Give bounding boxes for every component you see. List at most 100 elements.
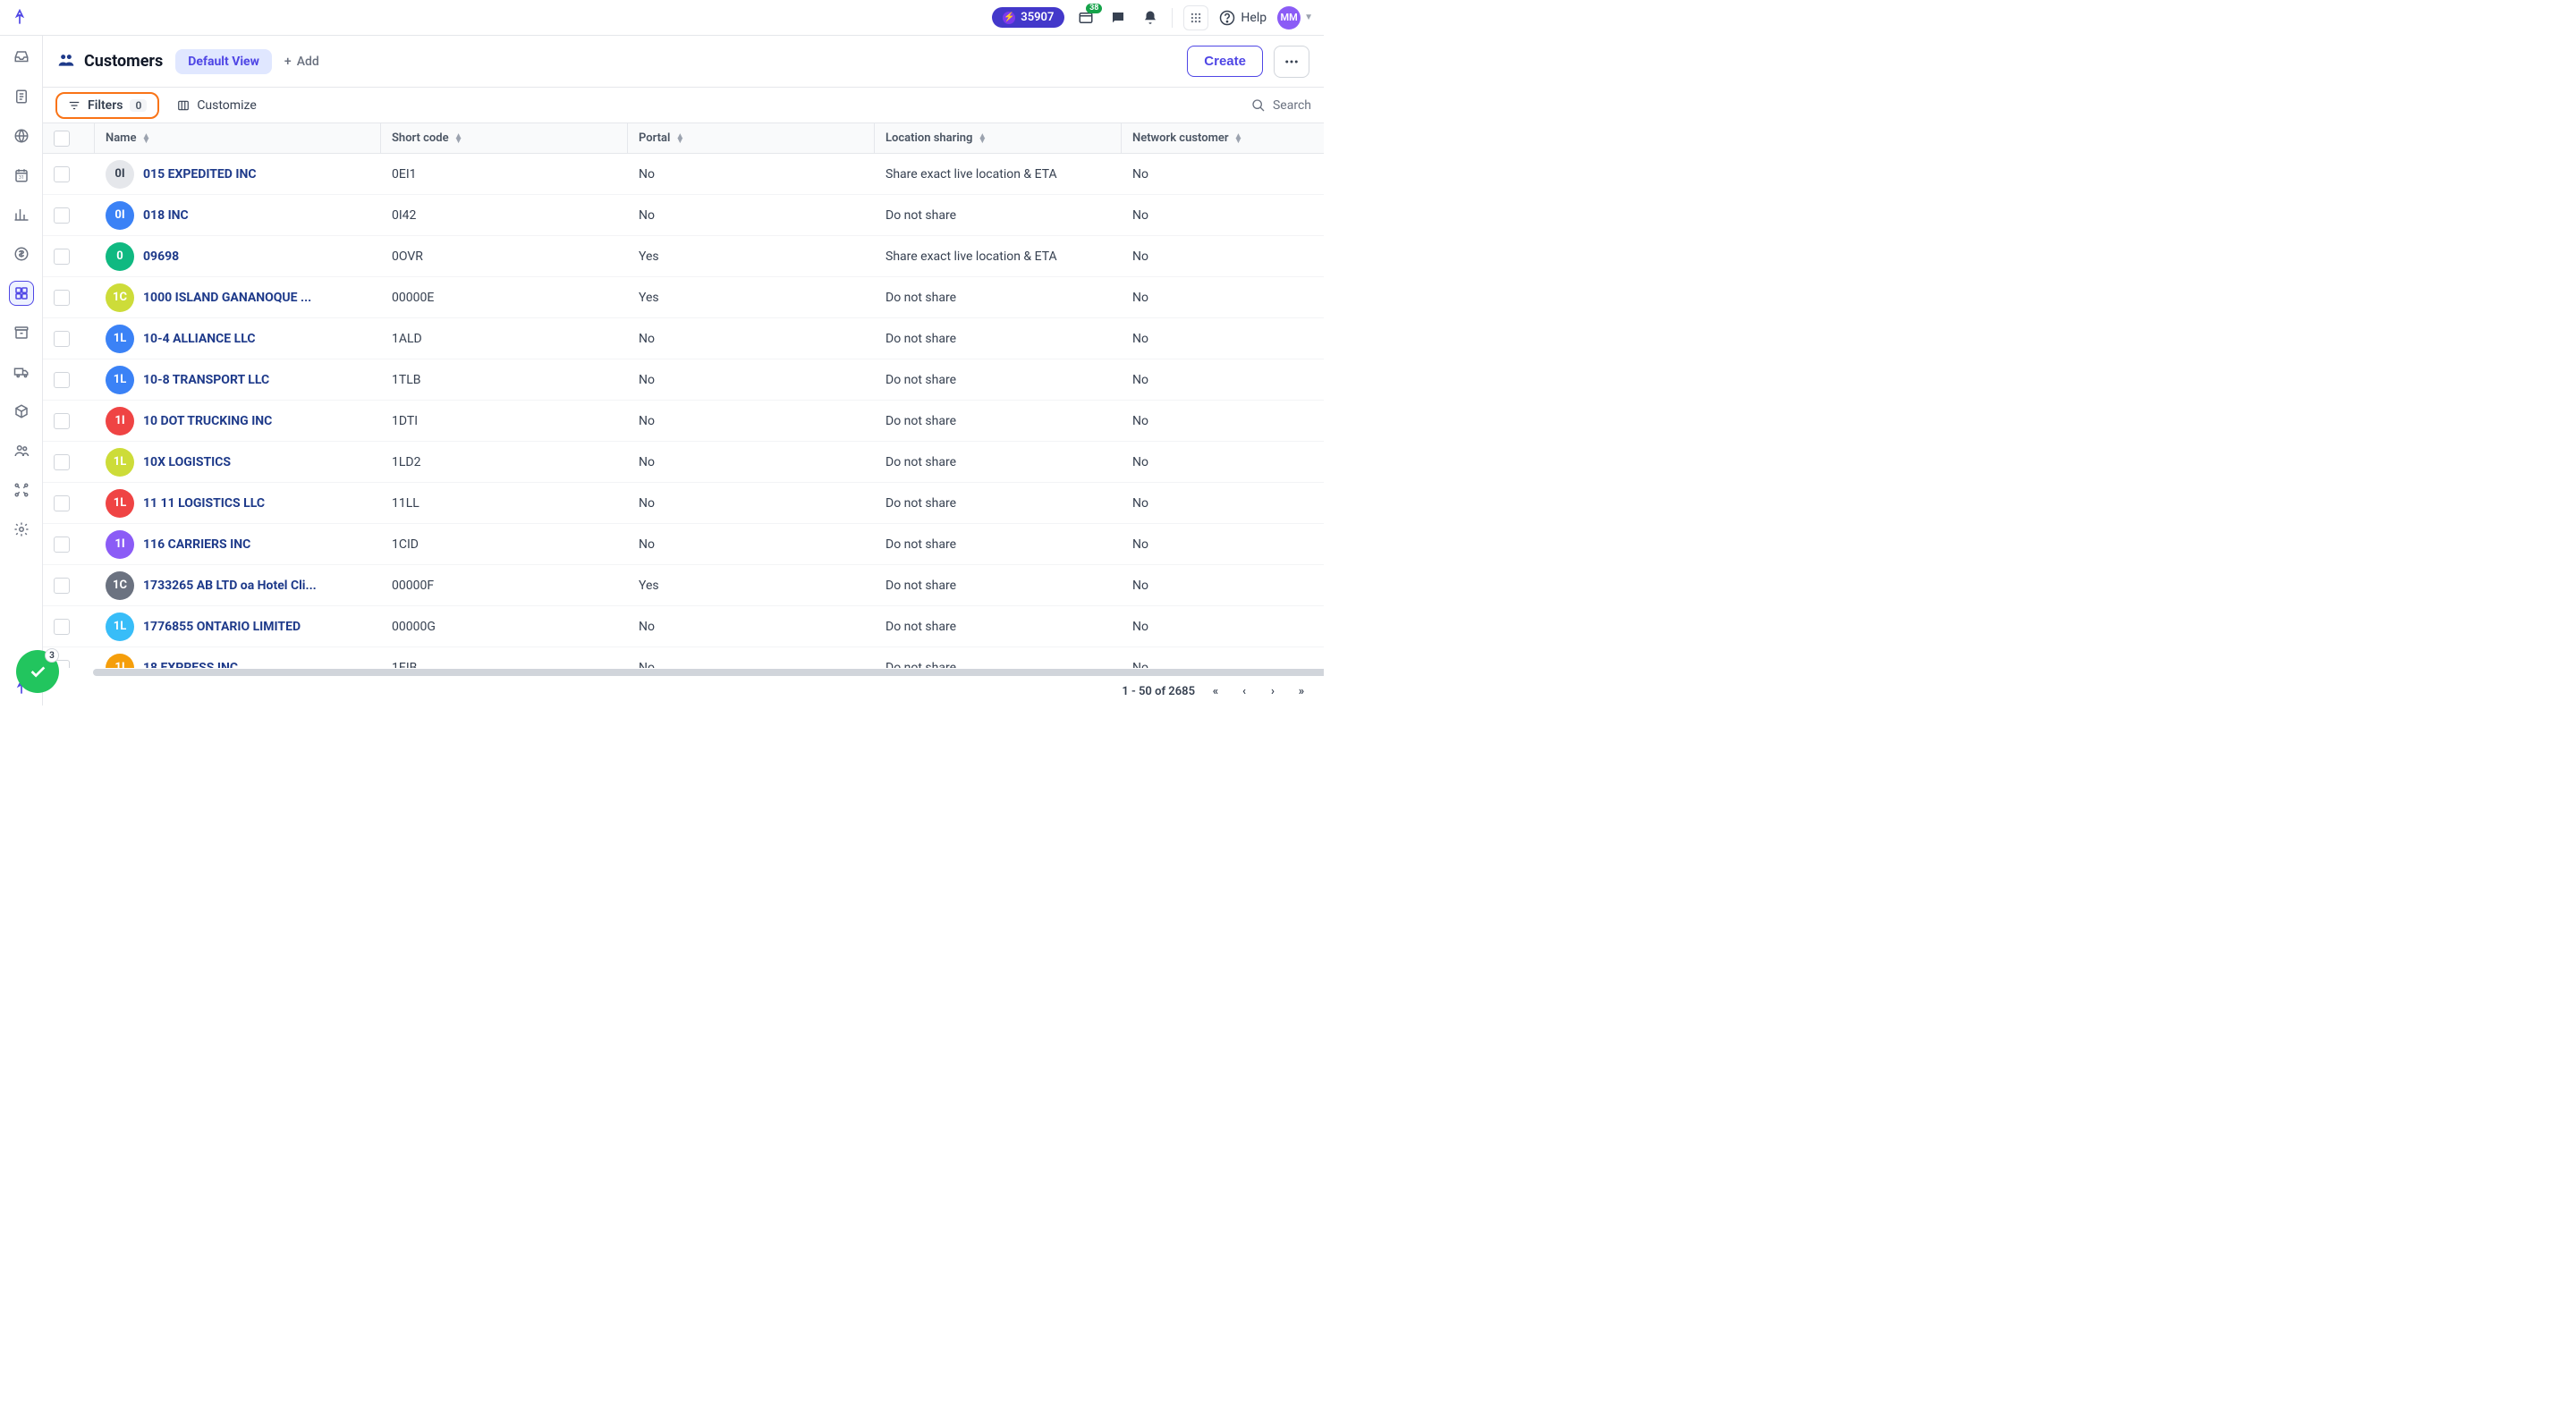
select-all-checkbox[interactable] — [54, 131, 70, 147]
column-name[interactable]: Name▲▼ — [95, 123, 381, 153]
row-network-customer: No — [1122, 154, 1324, 194]
row-checkbox[interactable] — [54, 331, 70, 347]
row-checkbox[interactable] — [54, 372, 70, 388]
row-checkbox[interactable] — [54, 207, 70, 224]
search-label: Search — [1273, 98, 1311, 113]
row-checkbox[interactable] — [54, 619, 70, 635]
row-short-code: 1EIB — [381, 647, 628, 668]
search-button[interactable]: Search — [1251, 98, 1311, 113]
table-row: 1L10-8 TRANSPORT LLC1TLBNoDo not shareNo — [43, 359, 1324, 401]
row-checkbox[interactable] — [54, 537, 70, 553]
row-avatar: 1L — [106, 366, 134, 394]
page-first-button[interactable]: « — [1208, 685, 1224, 698]
sidebar-analytics-icon[interactable] — [9, 202, 34, 227]
customize-label: Customize — [197, 98, 256, 113]
row-name-cell: 1L10-4 ALLIANCE LLC — [95, 318, 381, 359]
row-name-link[interactable]: 09698 — [143, 249, 179, 264]
table: Name▲▼ Short code▲▼ Portal▲▼ Location sh… — [43, 123, 1324, 706]
add-view-button[interactable]: + Add — [284, 55, 319, 69]
row-name-link[interactable]: 11 11 LOGISTICS LLC — [143, 496, 265, 511]
row-checkbox-cell — [43, 359, 95, 400]
row-location-sharing: Do not share — [875, 401, 1122, 441]
sidebar-truck-icon[interactable] — [9, 359, 34, 384]
view-selector[interactable]: Default View — [175, 49, 272, 74]
create-button[interactable]: Create — [1187, 46, 1263, 77]
toolbar: Filters 0 Customize Search — [43, 88, 1324, 123]
column-short-code[interactable]: Short code▲▼ — [381, 123, 628, 153]
sidebar-customers-icon[interactable] — [9, 281, 34, 306]
column-short-code-label: Short code — [392, 131, 449, 145]
row-name-link[interactable]: 10X LOGISTICS — [143, 455, 231, 469]
more-menu-button[interactable] — [1274, 46, 1309, 78]
sidebar-tools-icon[interactable] — [9, 477, 34, 503]
sidebar-globe-icon[interactable] — [9, 123, 34, 148]
row-short-code: 0EI1 — [381, 154, 628, 194]
svg-text:31: 31 — [19, 175, 24, 181]
row-name-link[interactable]: 018 INC — [143, 208, 189, 223]
row-name-link[interactable]: 015 EXPEDITED INC — [143, 167, 257, 182]
sidebar-billing-icon[interactable] — [9, 241, 34, 266]
row-portal: No — [628, 606, 875, 646]
row-location-sharing: Do not share — [875, 442, 1122, 482]
apps-icon[interactable] — [1183, 5, 1208, 30]
row-name-link[interactable]: 116 CARRIERS INC — [143, 537, 250, 552]
row-portal: No — [628, 401, 875, 441]
sidebar-package-icon[interactable] — [9, 399, 34, 424]
fab-badge: 3 — [45, 648, 59, 663]
page-last-button[interactable]: » — [1293, 685, 1309, 698]
table-body[interactable]: 0I015 EXPEDITED INC0EI1NoShare exact liv… — [43, 154, 1324, 668]
table-row: 0096980OVRYesShare exact live location &… — [43, 236, 1324, 277]
row-portal: Yes — [628, 565, 875, 605]
row-name-cell: 1C1000 ISLAND GANANOQUE ... — [95, 277, 381, 317]
row-name-cell: 1L10X LOGISTICS — [95, 442, 381, 482]
row-network-customer: No — [1122, 606, 1324, 646]
row-checkbox[interactable] — [54, 290, 70, 306]
row-checkbox[interactable] — [54, 249, 70, 265]
row-checkbox[interactable] — [54, 454, 70, 470]
row-name-link[interactable]: 10-8 TRANSPORT LLC — [143, 373, 269, 387]
row-short-code: 1DTI — [381, 401, 628, 441]
topbar: ⚡ 35907 38 Help MM ▼ — [0, 0, 1324, 36]
sidebar-users-icon[interactable] — [9, 438, 34, 463]
row-checkbox[interactable] — [54, 166, 70, 182]
page-next-button[interactable]: › — [1265, 685, 1281, 698]
row-name-link[interactable]: 10 DOT TRUCKING INC — [143, 414, 272, 428]
column-portal[interactable]: Portal▲▼ — [628, 123, 875, 153]
row-location-sharing: Do not share — [875, 606, 1122, 646]
row-checkbox[interactable] — [54, 578, 70, 594]
column-network-customer[interactable]: Network customer▲▼ — [1122, 123, 1324, 153]
scrollbar-thumb[interactable] — [93, 669, 1324, 676]
column-location-sharing[interactable]: Location sharing▲▼ — [875, 123, 1122, 153]
row-name-link[interactable]: 1733265 AB LTD oa Hotel Cli... — [143, 579, 317, 593]
sort-icon: ▲▼ — [1234, 134, 1243, 143]
table-row: 1I10 DOT TRUCKING INC1DTINoDo not shareN… — [43, 401, 1324, 442]
row-checkbox[interactable] — [54, 495, 70, 511]
inbox-icon[interactable]: 38 — [1075, 7, 1097, 29]
app-logo-icon[interactable] — [11, 9, 29, 27]
success-fab[interactable]: 3 — [16, 650, 59, 693]
page-prev-button[interactable]: ‹ — [1236, 685, 1252, 698]
row-checkbox-cell — [43, 401, 95, 441]
row-name-link[interactable]: 1776855 ONTARIO LIMITED — [143, 620, 301, 634]
row-name-link[interactable]: 18 EXPRESS INC — [143, 661, 238, 669]
help-button[interactable]: Help — [1219, 10, 1267, 26]
sidebar-inbox-icon[interactable] — [9, 45, 34, 70]
topbar-left — [11, 9, 29, 27]
row-name-link[interactable]: 10-4 ALLIANCE LLC — [143, 332, 256, 346]
row-name-link[interactable]: 1000 ISLAND GANANOQUE ... — [143, 291, 311, 305]
chat-icon[interactable] — [1107, 7, 1129, 29]
row-checkbox[interactable] — [54, 413, 70, 429]
sidebar: 31 — [0, 36, 43, 706]
points-badge[interactable]: ⚡ 35907 — [992, 7, 1064, 28]
sidebar-archive-icon[interactable] — [9, 320, 34, 345]
sidebar-settings-icon[interactable] — [9, 517, 34, 542]
bell-icon[interactable] — [1140, 7, 1161, 29]
row-avatar: 1I — [106, 407, 134, 435]
sidebar-document-icon[interactable] — [9, 84, 34, 109]
row-avatar: 0 — [106, 242, 134, 271]
user-menu[interactable]: MM ▼ — [1277, 6, 1313, 30]
filters-button[interactable]: Filters 0 — [55, 92, 159, 119]
horizontal-scrollbar[interactable] — [43, 668, 1324, 677]
customize-button[interactable]: Customize — [177, 98, 256, 113]
sidebar-calendar-icon[interactable]: 31 — [9, 163, 34, 188]
